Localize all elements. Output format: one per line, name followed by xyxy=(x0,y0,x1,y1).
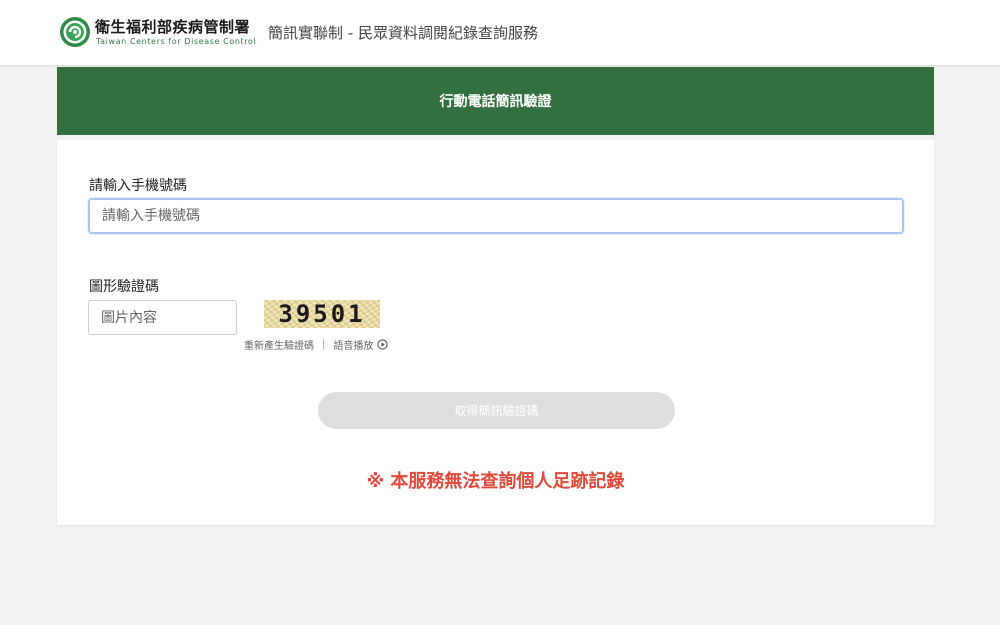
service-notice: ※ 本服務無法查詢個人足跡記錄 xyxy=(366,471,625,492)
phone-label: 請輸入手機號碼 xyxy=(89,178,187,194)
play-circle-icon xyxy=(376,339,388,350)
captcha-label: 圖形驗證碼 xyxy=(89,279,159,295)
org-name-english: Taiwan Centers for Disease Control xyxy=(96,37,257,46)
get-sms-code-button[interactable]: 取得簡訊驗證碼 xyxy=(318,392,675,429)
cdc-logo-icon[interactable] xyxy=(59,16,91,48)
site-title: 簡訊實聯制 - 民眾資料調閱紀錄查詢服務 xyxy=(268,24,538,42)
audio-link-label: 語音播放 xyxy=(333,341,374,352)
audio-captcha-link[interactable]: 語音播放 xyxy=(333,337,388,352)
phone-input[interactable] xyxy=(88,198,904,234)
captcha-image: 39501 xyxy=(264,300,380,328)
org-name: 衛生福利部疾病管制署 xyxy=(95,18,251,36)
verification-form: 請輸入手機號碼 圖形驗證碼 39501 重新產生驗證碼 | 語音播放 取得簡訊驗… xyxy=(57,140,934,525)
captcha-input[interactable] xyxy=(88,300,237,335)
top-navbar: 衛生福利部疾病管制署 Taiwan Centers for Disease Co… xyxy=(0,0,1000,66)
links-separator: | xyxy=(322,339,326,350)
captcha-links: 重新產生驗證碼 | 語音播放 xyxy=(244,337,388,352)
panel-title: 行動電話簡訊驗證 xyxy=(57,67,934,135)
regenerate-captcha-link[interactable]: 重新產生驗證碼 xyxy=(244,337,314,352)
